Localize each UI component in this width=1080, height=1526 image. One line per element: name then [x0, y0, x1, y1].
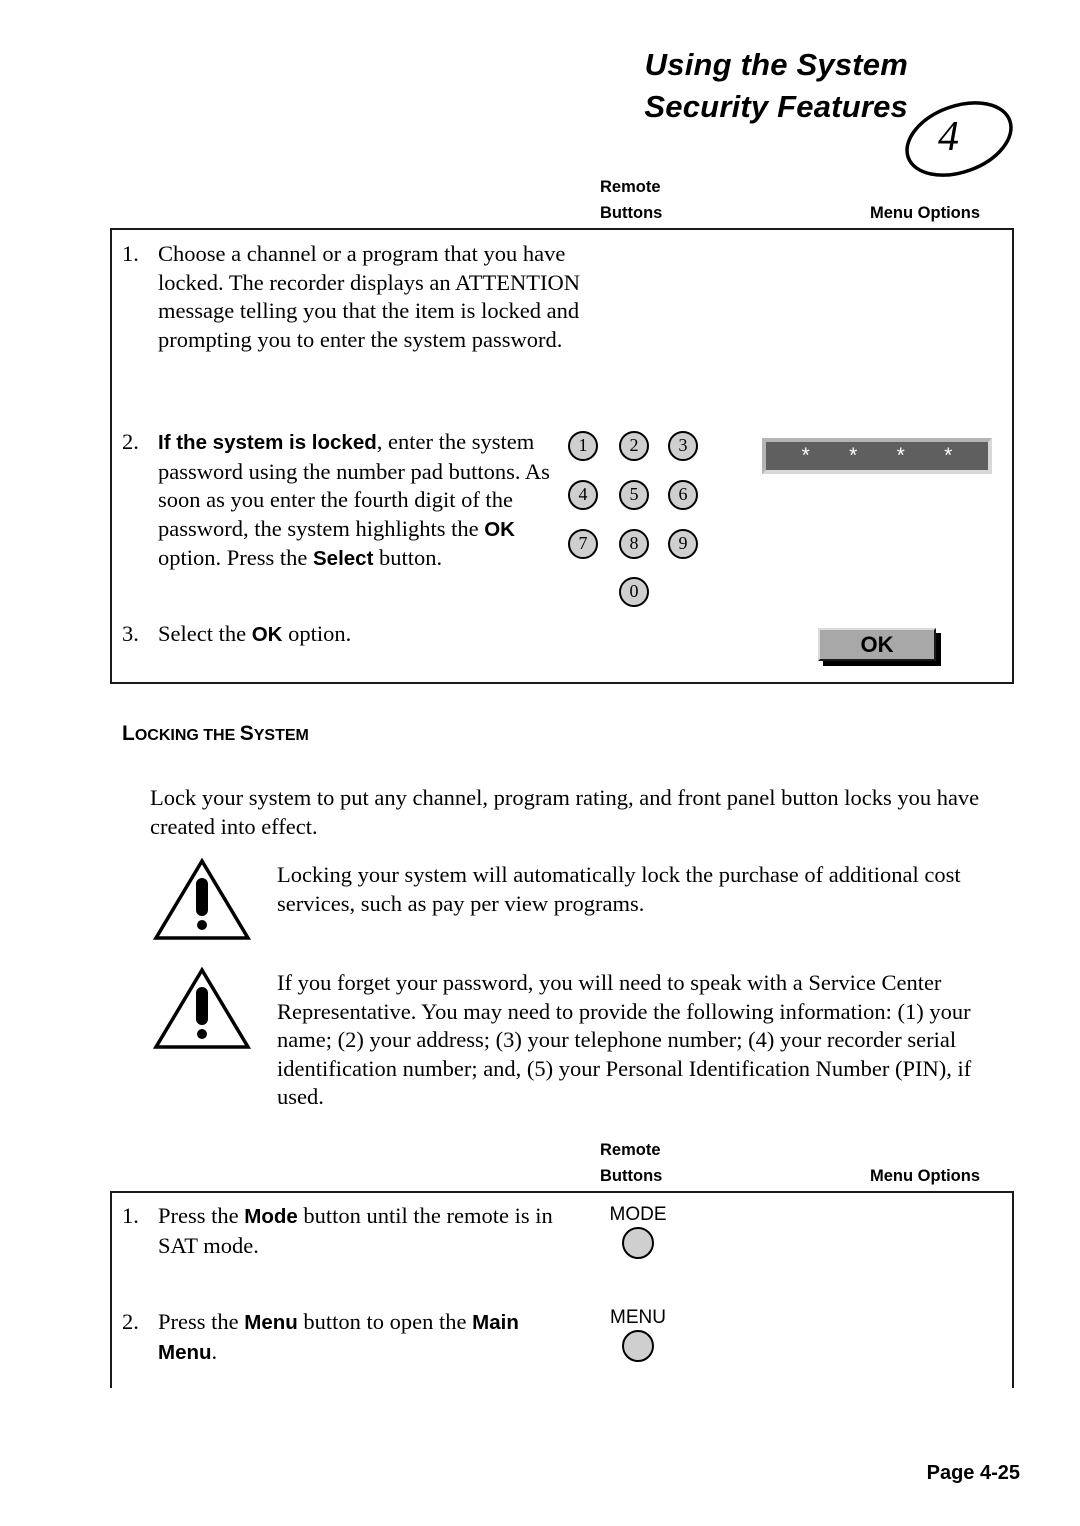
- keypad-button-5[interactable]: 5: [619, 480, 649, 510]
- step-text: If the system is locked, enter the syste…: [158, 429, 550, 570]
- column-header-remote-line2: Buttons: [600, 204, 663, 222]
- step-number: 2.: [122, 1309, 139, 1334]
- column-header-menu-options: Menu Options: [870, 1167, 980, 1185]
- bottom-table-column-headers: Remote Buttons Menu Options: [600, 1137, 1060, 1191]
- password-mask-char: *: [849, 444, 858, 467]
- keypad-button-7[interactable]: 7: [568, 529, 598, 559]
- password-mask-char: *: [801, 444, 810, 467]
- keypad-button-0[interactable]: 0: [619, 577, 649, 607]
- step-number: 3.: [122, 621, 139, 646]
- keypad-button-4[interactable]: 4: [568, 480, 598, 510]
- heading-middle: THE: [203, 727, 236, 744]
- warning-text-1: Locking your system will automatically l…: [277, 862, 961, 916]
- page-footer: Page 4-25: [926, 1462, 1020, 1484]
- step-number: 2.: [122, 429, 139, 454]
- step-3-top: 3. Select the OK option.: [122, 620, 542, 650]
- page-title-line-1: Using the System: [644, 47, 908, 82]
- chapter-number: 4: [938, 114, 959, 160]
- step-text: Choose a channel or a program that you h…: [158, 241, 580, 352]
- step-text: Select the OK option.: [158, 621, 352, 646]
- step-2-top: 2. If the system is locked, enter the sy…: [122, 428, 570, 574]
- step-number: 1.: [122, 241, 139, 266]
- remote-mode-button[interactable]: MODE: [600, 1204, 676, 1259]
- keypad-button-3[interactable]: 3: [668, 431, 698, 461]
- step-text: Press the Mode button until the remote i…: [158, 1203, 553, 1258]
- keypad-button-8[interactable]: 8: [619, 529, 649, 559]
- section-heading-locking-the-system: LOCKING THE SYSTEM: [122, 722, 309, 746]
- remote-menu-button[interactable]: MENU: [600, 1307, 676, 1362]
- page-title-line-2: Security Features: [644, 89, 908, 124]
- page-title: Using the System Security Features: [644, 44, 908, 128]
- chapter-header: Using the System Security Features 4: [560, 44, 1030, 177]
- remote-key-circle[interactable]: [622, 1227, 654, 1259]
- warning-text-2: If you forget your password, you will ne…: [277, 970, 972, 1109]
- column-header-remote-buttons: Remote Buttons: [600, 1137, 730, 1189]
- step-1-bottom: 1. Press the Mode button until the remot…: [122, 1202, 582, 1260]
- column-header-remote-buttons: Remote Buttons: [600, 174, 730, 226]
- keypad-button-1[interactable]: 1: [568, 431, 598, 461]
- remote-number-pad: 1 2 3 4 5 6 7 8 9 0: [568, 431, 708, 609]
- warning-triangle-icon: [152, 965, 252, 1051]
- column-header-remote-line1: Remote: [600, 1141, 661, 1159]
- ok-button[interactable]: OK: [818, 628, 936, 661]
- remote-key-label: MENU: [610, 1307, 666, 1328]
- chapter-oval-icon: [900, 96, 1018, 182]
- step-2-bottom: 2. Press the Menu button to open the Mai…: [122, 1308, 582, 1367]
- keypad-button-6[interactable]: 6: [668, 480, 698, 510]
- warning-triangle-icon: [152, 856, 252, 942]
- password-mask-char: *: [896, 444, 905, 467]
- heading-initial: L: [122, 722, 135, 745]
- remote-key-circle[interactable]: [622, 1330, 654, 1362]
- top-table-column-headers: Remote Buttons Menu Options: [600, 174, 1060, 228]
- keypad-button-2[interactable]: 2: [619, 431, 649, 461]
- remote-key-label: MODE: [609, 1204, 667, 1225]
- keypad-button-9[interactable]: 9: [668, 529, 698, 559]
- heading-rest: YSTEM: [253, 727, 309, 744]
- column-header-remote-line1: Remote: [600, 178, 661, 196]
- password-mask-char: *: [944, 444, 953, 467]
- section-intro-paragraph: Lock your system to put any channel, pro…: [150, 785, 980, 839]
- password-display-field: * * * *: [762, 438, 992, 474]
- heading-rest: OCKING: [134, 727, 199, 744]
- step-1-top: 1. Choose a channel or a program that yo…: [122, 240, 582, 354]
- step-text: Press the Menu button to open the Main M…: [158, 1309, 519, 1364]
- column-header-remote-line2: Buttons: [600, 1167, 663, 1185]
- step-number: 1.: [122, 1203, 139, 1228]
- heading-initial: S: [239, 722, 254, 745]
- column-header-menu-options: Menu Options: [870, 204, 980, 222]
